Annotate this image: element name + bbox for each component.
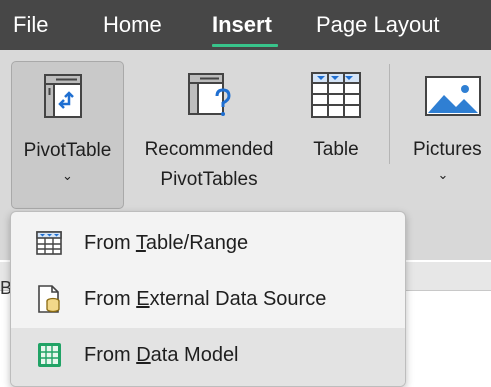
ribbon-tab-bar: File Home Insert Page Layout [0,0,491,50]
data-model-icon [38,343,61,367]
pivottable-label: PivotTable [23,140,112,161]
chevron-down-icon: ⌄ [437,167,449,182]
recommended-pivottables-icon [188,73,231,116]
pivottable-button[interactable]: PivotTable ⌄ [11,61,124,209]
recommended-label-line1: Recommended [144,139,274,160]
active-tab-indicator [212,44,278,47]
pictures-button[interactable]: Pictures ⌄ [405,61,491,209]
menu-item-from-external-data-source[interactable]: From External Data Source [11,272,405,326]
recommended-pivottables-button[interactable]: Recommended PivotTables [128,61,290,209]
pivottable-icon [44,74,82,118]
pictures-label: Pictures [413,139,482,160]
table-icon [311,72,361,118]
menu-item-label: From External Data Source [84,288,327,310]
tab-file[interactable]: File [13,12,48,38]
menu-item-from-data-model[interactable]: From Data Model [11,328,405,386]
pivottable-dropdown-menu: From Table/Range From External Data Sour… [10,211,406,387]
ribbon-group-separator [389,64,390,164]
tab-home[interactable]: Home [103,12,162,38]
menu-item-label: From Table/Range [84,232,249,254]
tab-page-layout[interactable]: Page Layout [316,12,440,38]
chevron-down-icon: ⌄ [62,168,73,183]
recommended-label-line2: PivotTables [160,169,258,190]
tab-insert[interactable]: Insert [212,12,272,38]
table-label: Table [313,139,359,160]
table-range-icon [36,231,62,255]
pictures-icon [425,76,481,116]
table-button[interactable]: Table [294,61,378,209]
menu-item-from-table-range[interactable]: From Table/Range [11,216,405,270]
menu-item-label: From Data Model [84,344,239,366]
external-data-source-icon [38,285,60,313]
